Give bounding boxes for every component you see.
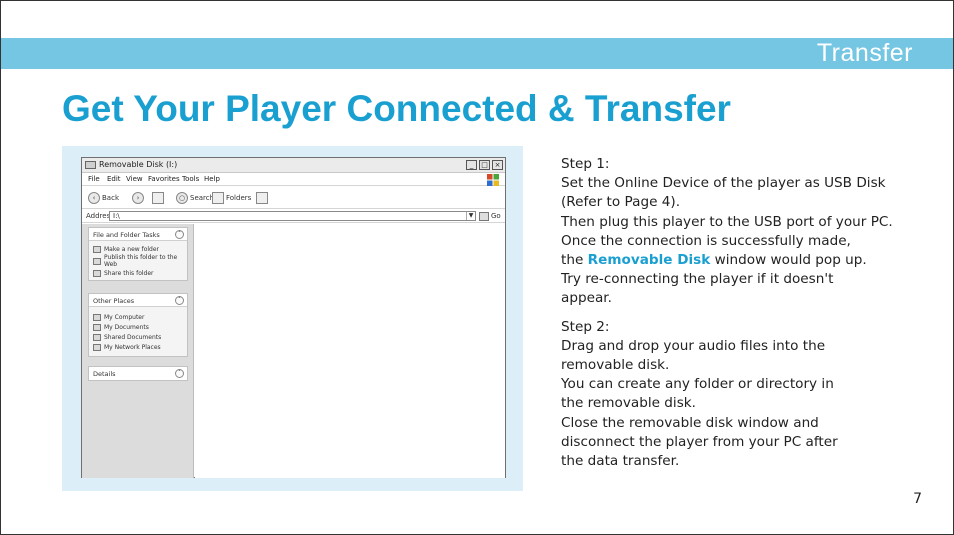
maximize-icon[interactable]: □ (479, 160, 490, 170)
step-text-line: You can create any folder or directory i… (561, 376, 834, 393)
place-label: My Network Places (104, 343, 161, 351)
section-band: Transfer (1, 38, 953, 69)
step-text-line: Close the removable disk window and (561, 414, 819, 431)
minimize-icon[interactable]: _ (466, 160, 477, 170)
close-icon[interactable]: × (492, 160, 503, 170)
place-my-documents[interactable]: My Documents (93, 322, 187, 332)
menu-file[interactable]: File (88, 175, 100, 183)
step-text-line: appear. (561, 290, 612, 307)
computer-icon (93, 313, 101, 321)
forward-button[interactable]: › (132, 192, 144, 204)
address-input[interactable]: I:\ ▼ (109, 211, 476, 221)
text-fragment: the (561, 252, 588, 269)
step-1: Step 1: Set the Online Device of the pla… (561, 155, 941, 309)
search-icon: ○ (176, 192, 188, 204)
details-panel: Details ˇ (88, 366, 188, 381)
folders-icon (212, 192, 224, 204)
folders-label: Folders (226, 194, 252, 202)
step-text-line: Set the Online Device of the player as U… (561, 175, 886, 192)
step-text-line: Then plug this player to the USB port of… (561, 213, 893, 230)
menu-tools[interactable]: Tools (182, 175, 199, 183)
search-button[interactable]: ○ Search (176, 192, 214, 204)
step-heading: Step 2: (561, 318, 610, 335)
step-text-line: the Removable Disk window would pop up. (561, 251, 941, 270)
up-button[interactable] (152, 192, 164, 204)
go-label[interactable]: Go (491, 212, 501, 220)
task-share-folder[interactable]: Share this folder (93, 268, 187, 278)
panel-header[interactable]: Details ˇ (89, 367, 187, 380)
toolbar: ‹ Back › ○ Search Folders (82, 187, 505, 209)
step-text-line: Try re-connecting the player if it doesn… (561, 271, 834, 288)
share-icon (93, 269, 101, 277)
step-text-line: Drag and drop your audio files into the (561, 337, 826, 354)
address-value: I:\ (113, 212, 120, 220)
panel-header[interactable]: Other Places ˆ (89, 294, 187, 307)
removable-disk-highlight: Removable Disk (587, 252, 711, 269)
task-label: Publish this folder to the Web (104, 254, 178, 268)
menu-bar: File Edit View Favorites Tools Help (82, 174, 505, 186)
file-folder-tasks-panel: File and Folder Tasks ˆ Make a new folde… (88, 227, 188, 281)
step-text-line: the removable disk. (561, 395, 696, 412)
folder-up-icon (152, 192, 164, 204)
views-icon (256, 192, 268, 204)
step-2: Step 2: Drag and drop your audio files i… (561, 318, 941, 472)
menu-edit[interactable]: Edit (107, 175, 121, 183)
text-fragment: window would pop up. (710, 252, 867, 269)
back-button[interactable]: ‹ Back (88, 192, 119, 204)
step-text-line: the data transfer. (561, 453, 680, 470)
step-text-line: (Refer to Page 4). (561, 194, 681, 211)
page-number: 7 (913, 491, 922, 507)
place-my-network-places[interactable]: My Network Places (93, 342, 187, 352)
menu-view[interactable]: View (126, 175, 143, 183)
place-label: My Computer (104, 313, 145, 321)
globe-icon (93, 257, 101, 265)
task-publish-folder[interactable]: Publish this folder to the Web (93, 254, 187, 268)
task-pane: File and Folder Tasks ˆ Make a new folde… (82, 224, 194, 478)
menu-favorites[interactable]: Favorites (148, 175, 180, 183)
chevron-down-icon[interactable]: ▼ (466, 212, 475, 220)
step-text-line: Once the connection is successfully made… (561, 232, 851, 249)
folder-content-area[interactable] (195, 224, 505, 478)
new-folder-icon (93, 245, 101, 253)
windows-logo-icon (487, 174, 499, 186)
search-label: Search (190, 194, 215, 202)
panel-header[interactable]: File and Folder Tasks ˆ (89, 228, 187, 241)
go-arrow-icon[interactable] (479, 212, 489, 221)
back-label: Back (102, 194, 119, 202)
step-text-line: removable disk. (561, 357, 670, 374)
task-label: Share this folder (104, 269, 154, 277)
drive-icon (85, 161, 96, 169)
panel-title: File and Folder Tasks (93, 231, 160, 239)
other-places-panel: Other Places ˆ My Computer My Documents … (88, 293, 188, 357)
window-title: Removable Disk (I:) (99, 160, 178, 169)
window-title-bar: Removable Disk (I:) _ □ × (82, 158, 505, 173)
network-icon (93, 343, 101, 351)
task-label: Make a new folder (104, 245, 160, 253)
panel-title: Details (93, 370, 116, 378)
place-label: Shared Documents (104, 333, 162, 341)
chevron-up-icon[interactable]: ˆ (175, 296, 184, 305)
instructions: Step 1: Set the Online Device of the pla… (561, 155, 941, 480)
documents-icon (93, 323, 101, 331)
back-arrow-icon: ‹ (88, 192, 100, 204)
chevron-down-icon[interactable]: ˇ (175, 369, 184, 378)
menu-help[interactable]: Help (204, 175, 220, 183)
place-label: My Documents (104, 323, 149, 331)
step-heading: Step 1: (561, 156, 610, 172)
address-bar: Address I:\ ▼ Go (82, 210, 505, 223)
shared-folder-icon (93, 333, 101, 341)
chevron-up-icon[interactable]: ˆ (175, 230, 184, 239)
panel-title: Other Places (93, 297, 135, 305)
step-text-line: disconnect the player from your PC after (561, 433, 838, 450)
page-title: Get Your Player Connected & Transfer (62, 88, 731, 129)
place-my-computer[interactable]: My Computer (93, 312, 187, 322)
place-shared-documents[interactable]: Shared Documents (93, 332, 187, 342)
section-label: Transfer (816, 39, 913, 67)
explorer-window-screenshot: Removable Disk (I:) _ □ × File Edit View… (81, 157, 506, 478)
forward-arrow-icon: › (132, 192, 144, 204)
task-make-new-folder[interactable]: Make a new folder (93, 244, 187, 254)
folders-button[interactable]: Folders (212, 192, 251, 204)
window-controls: _ □ × (466, 160, 503, 170)
views-button[interactable] (256, 192, 268, 204)
